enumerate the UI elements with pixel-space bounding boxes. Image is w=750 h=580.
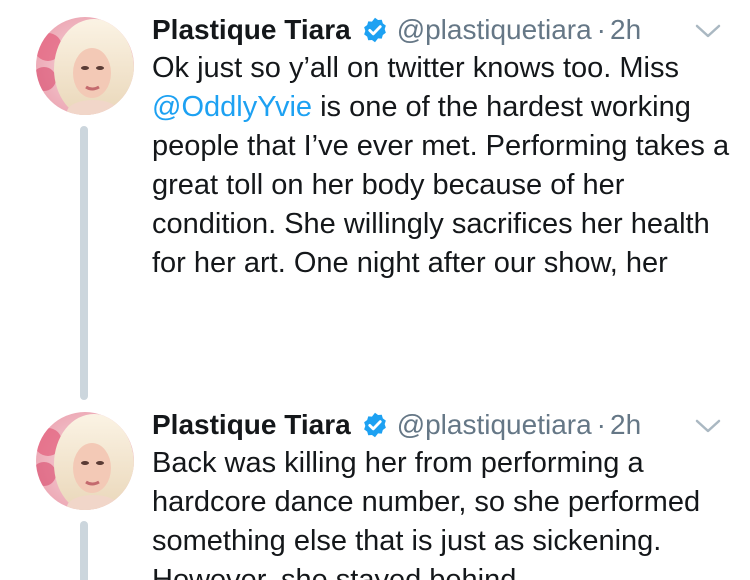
chevron-down-icon[interactable]: [692, 415, 724, 437]
verified-badge-icon: [361, 16, 389, 44]
thread-connector-line: [80, 521, 88, 580]
separator-dot: ·: [596, 409, 606, 440]
mention-link[interactable]: @OddlyYvie: [152, 91, 312, 123]
thread-connector-line: [80, 126, 88, 400]
chevron-down-icon[interactable]: [692, 20, 724, 42]
tweet-text-part: Ok just so y’all on twitter knows too. M…: [152, 52, 679, 84]
profile-photo-avatar: [36, 412, 134, 510]
tweet-thread: Plastique Tiara @plastiquetiara · 2h Ok …: [0, 0, 750, 580]
display-name[interactable]: Plastique Tiara: [152, 405, 351, 445]
profile-photo-avatar: [36, 17, 134, 115]
tweet-header: Plastique Tiara @plastiquetiara · 2h: [152, 10, 641, 50]
tweet[interactable]: Plastique Tiara @plastiquetiara · 2h Bac…: [0, 395, 750, 580]
verified-badge-icon: [361, 411, 389, 439]
separator-dot: ·: [596, 14, 606, 45]
tweet[interactable]: Plastique Tiara @plastiquetiara · 2h Ok …: [0, 0, 750, 400]
timestamp[interactable]: 2h: [610, 10, 641, 50]
avatar[interactable]: [36, 17, 134, 115]
display-name[interactable]: Plastique Tiara: [152, 10, 351, 50]
tweet-text: Back was killing her from performing a h…: [152, 447, 701, 580]
tweet-header: Plastique Tiara @plastiquetiara · 2h: [152, 405, 641, 445]
avatar[interactable]: [36, 412, 134, 510]
timestamp[interactable]: 2h: [610, 405, 641, 445]
tweet-text: Ok just so y’all on twitter knows too. M…: [152, 49, 737, 283]
user-handle[interactable]: @plastiquetiara: [397, 10, 592, 50]
user-handle[interactable]: @plastiquetiara: [397, 405, 592, 445]
